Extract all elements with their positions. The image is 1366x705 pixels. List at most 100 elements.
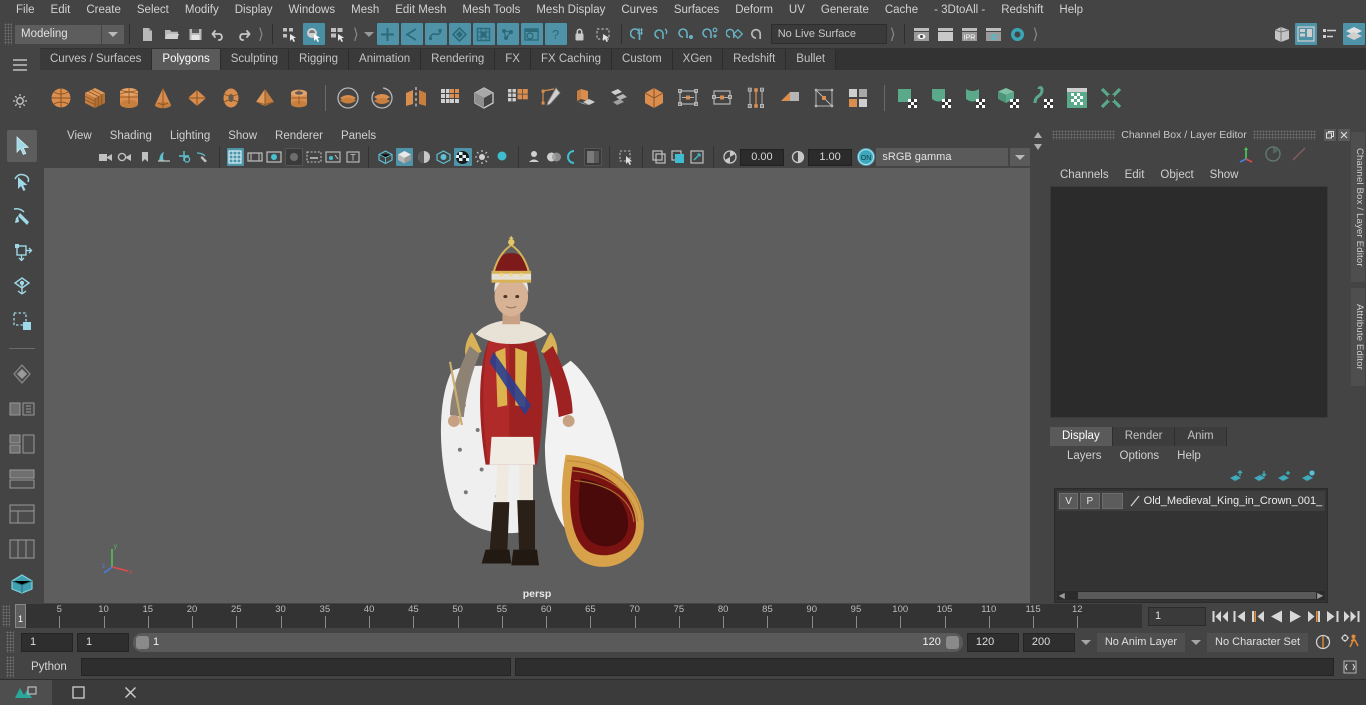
shelf-tab-curves-surfaces[interactable]: Curves / Surfaces — [40, 49, 153, 70]
menu-set-selector[interactable]: Modeling — [15, 24, 101, 44]
menu-set-dropdown-arrow[interactable] — [102, 24, 124, 44]
panel-drag-handle-left[interactable] — [1052, 130, 1116, 140]
uv-planar-icon[interactable] — [926, 83, 956, 113]
hscroll-thumb[interactable] — [1078, 592, 1316, 599]
undo-icon[interactable] — [208, 23, 230, 45]
layer-tab-anim[interactable]: Anim — [1175, 427, 1227, 446]
shelf-tab-xgen[interactable]: XGen — [672, 49, 724, 70]
maximize-icon[interactable] — [52, 680, 104, 705]
range-slider-gripper[interactable] — [6, 631, 14, 653]
layer-color-swatch[interactable] — [1101, 493, 1123, 509]
smooth-shading-icon[interactable] — [395, 148, 414, 166]
command-language-label[interactable]: Python — [21, 661, 77, 673]
sculpt-geometry-icon[interactable] — [333, 83, 363, 113]
panel-drag-handle-right[interactable] — [1252, 130, 1316, 140]
grid-toggle-icon[interactable] — [226, 148, 245, 166]
lighting-toggle-icon[interactable] — [474, 148, 491, 166]
channel-box-content[interactable] — [1050, 186, 1328, 418]
bridge-icon[interactable] — [673, 83, 703, 113]
shelf-tab-custom[interactable]: Custom — [612, 49, 673, 70]
select-camera-icon[interactable] — [97, 148, 114, 166]
scale-tool[interactable] — [7, 305, 37, 337]
range-end-field[interactable]: 200 — [1022, 632, 1075, 652]
offset-edge-loop-icon[interactable] — [639, 83, 669, 113]
color-management-toggle[interactable]: ON — [857, 148, 876, 166]
multi-cut-icon[interactable] — [571, 83, 601, 113]
shelf-options-icon[interactable] — [9, 90, 31, 112]
layer-row[interactable]: V P Old_Medieval_King_in_Crown_001_la — [1057, 491, 1325, 511]
attribute-editor-icon[interactable] — [1295, 23, 1317, 45]
time-slider-gripper[interactable] — [2, 605, 10, 627]
menu-item-uv[interactable]: UV — [781, 0, 813, 20]
mask-dropdown-arrow[interactable] — [362, 25, 376, 44]
menu-item-display[interactable]: Display — [227, 0, 281, 20]
shelf-tab-animation[interactable]: Animation — [349, 49, 422, 70]
select-by-object-icon[interactable] — [302, 23, 325, 45]
menu-item-surfaces[interactable]: Surfaces — [666, 0, 727, 20]
shelf-tab-fx-caching[interactable]: FX Caching — [530, 49, 613, 70]
timeline-ticks[interactable]: 1 5 10 15 20 25 30 35 40 45 50 55 60 65 70 75 80 85 90 95 1… — [15, 604, 1142, 628]
shelf-tab-redshift[interactable]: Redshift — [723, 49, 787, 70]
uv-mask-icon[interactable] — [472, 23, 495, 45]
character-set-dropdown-arrow[interactable] — [1189, 633, 1203, 652]
target-weld-icon[interactable] — [741, 83, 771, 113]
quadrangulate-icon[interactable] — [843, 83, 873, 113]
make-live-icon[interactable] — [748, 23, 770, 45]
combine-icon[interactable] — [367, 83, 397, 113]
isolate-select-icon[interactable] — [617, 148, 634, 166]
hull-mask-icon[interactable] — [496, 23, 519, 45]
animation-preferences-icon[interactable] — [1338, 633, 1362, 651]
paint-select-tool[interactable] — [7, 200, 37, 232]
channel-box-menu-object[interactable]: Object — [1152, 169, 1201, 181]
textured-shading-icon[interactable] — [454, 148, 472, 166]
perspective-viewport[interactable]: y x z persp — [44, 168, 1030, 603]
range-start-field[interactable]: 1 — [21, 632, 73, 652]
snap-to-grid-icon[interactable] — [628, 23, 650, 45]
select-by-component-icon[interactable] — [327, 23, 349, 45]
misc-mask-icon[interactable]: ? — [544, 23, 567, 45]
tool-settings-icon[interactable] — [1319, 23, 1341, 45]
shelf-tab-rendering[interactable]: Rendering — [421, 49, 496, 70]
poly-cylinder-icon[interactable] — [114, 83, 144, 113]
render-current-frame-icon[interactable] — [911, 23, 933, 45]
gpu-cache-icon[interactable] — [650, 148, 667, 166]
shelf-tab-bullet[interactable]: Bullet — [786, 49, 837, 70]
save-scene-icon[interactable] — [184, 23, 206, 45]
layer-name[interactable]: Old_Medieval_King_in_Crown_001_la — [1144, 495, 1323, 507]
layer-tab-display[interactable]: Display — [1050, 427, 1113, 446]
play-backwards-icon[interactable] — [1269, 609, 1284, 624]
shaded-wireframe-icon[interactable] — [415, 148, 432, 166]
xray-joints-icon[interactable] — [545, 148, 563, 166]
viewport-menu-shading[interactable]: Shading — [101, 130, 161, 142]
viewport-menu-show[interactable]: Show — [219, 130, 266, 142]
range-track[interactable]: 1 120 — [133, 632, 963, 652]
shelf-menu-icon[interactable] — [9, 54, 31, 76]
use-default-material-icon[interactable] — [435, 148, 452, 166]
redo-icon[interactable] — [232, 23, 254, 45]
boolean-icon[interactable] — [469, 83, 499, 113]
menu-item-edit[interactable]: Edit — [43, 0, 79, 20]
handle-mask-icon[interactable] — [376, 23, 399, 45]
mirror-geometry-icon[interactable] — [401, 83, 431, 113]
xray-active-components-icon[interactable] — [565, 148, 582, 166]
command-line-gripper[interactable] — [6, 656, 14, 678]
layer-list[interactable]: V P Old_Medieval_King_in_Crown_001_la ◀ … — [1054, 488, 1328, 603]
hscroll-right-arrow[interactable]: ▶ — [1316, 591, 1325, 600]
menu-item-curves[interactable]: Curves — [613, 0, 665, 20]
viewport-settings-icon[interactable] — [689, 148, 706, 166]
side-tab-attribute-editor[interactable]: Attribute Editor — [1351, 288, 1365, 386]
poly-plane-icon[interactable] — [182, 83, 212, 113]
channel-box-menu-show[interactable]: Show — [1202, 169, 1247, 181]
go-to-start-icon[interactable] — [1212, 609, 1229, 624]
ipr-render-icon[interactable]: IPR — [959, 23, 981, 45]
lasso-select-tool[interactable] — [7, 165, 37, 197]
poly-cone-icon[interactable] — [148, 83, 178, 113]
hypershade-icon[interactable] — [1007, 23, 1029, 45]
exposure-value[interactable]: 0.00 — [739, 148, 785, 166]
menu-item-generate[interactable]: Generate — [813, 0, 877, 20]
exposure-preview-icon[interactable] — [584, 148, 603, 166]
anim-layer-dropdown-arrow[interactable] — [1079, 633, 1093, 652]
shelf-tab-sculpting[interactable]: Sculpting — [220, 49, 290, 70]
snap-to-view-plane-icon[interactable] — [724, 23, 746, 45]
anim-layer-selector[interactable]: No Anim Layer — [1096, 632, 1186, 652]
